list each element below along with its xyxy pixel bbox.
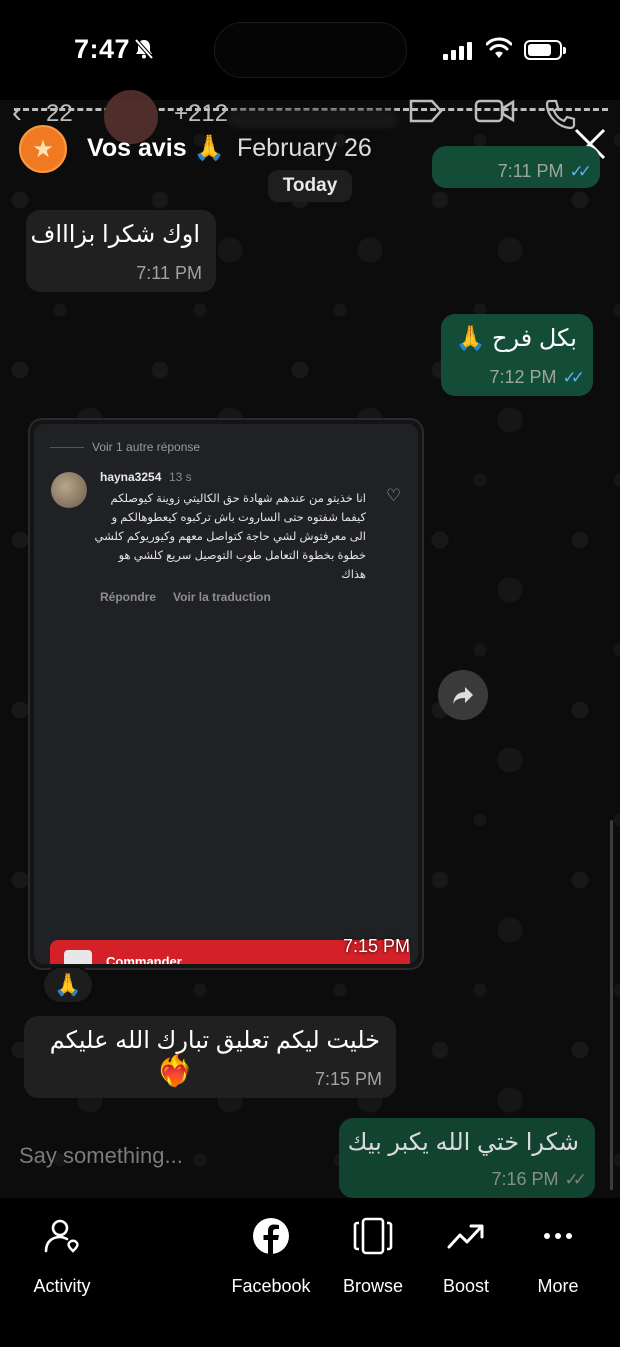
nav-browse[interactable]: Browse xyxy=(323,1214,423,1297)
message-meta: 7:11 PM ✓✓ xyxy=(497,161,592,182)
commenter-avatar xyxy=(51,472,87,508)
bottom-navigation: Activity Facebook Browse Boost More xyxy=(0,1198,620,1347)
product-thumbnail xyxy=(64,950,92,964)
date-separator: Today xyxy=(268,170,352,202)
nav-facebook-label: Facebook xyxy=(231,1276,311,1296)
reply-link: Répondre xyxy=(100,590,157,604)
message-time: 7:11 PM xyxy=(136,263,202,283)
message-meta: 7:16 PM ✓✓ xyxy=(491,1169,587,1190)
nav-activity[interactable]: Activity xyxy=(12,1214,112,1297)
forward-button[interactable] xyxy=(438,670,488,720)
nav-boost[interactable]: Boost xyxy=(416,1214,516,1297)
star-icon: ★ xyxy=(32,135,54,163)
commenter-username: hayna3254 xyxy=(100,470,162,484)
story-date: February 26 xyxy=(237,134,372,162)
browse-icon xyxy=(323,1214,423,1258)
boost-icon xyxy=(416,1214,516,1258)
image-message[interactable]: Voir 1 autre réponse hayna3254 13 s ♡ ان… xyxy=(28,418,424,970)
nav-facebook[interactable]: Facebook xyxy=(221,1214,321,1297)
message-time: 7:11 PM xyxy=(497,161,564,181)
comment-age: 13 s xyxy=(169,470,192,484)
message-meta: 7:12 PM ✓✓ xyxy=(489,367,585,388)
message-text: شكرا ختي الله يكبر بيك xyxy=(347,1129,579,1156)
story-reply-input[interactable]: Say something... xyxy=(19,1143,183,1169)
heart-icon: ♡ xyxy=(386,486,402,505)
translate-link: Voir la traduction xyxy=(173,590,271,604)
message-meta: 7:11 PM xyxy=(136,263,202,284)
battery-icon xyxy=(524,40,566,60)
silent-mode-icon xyxy=(134,38,154,66)
order-button-label: Commander xyxy=(106,954,182,964)
delivered-receipt-icon: ✓✓ xyxy=(564,1169,587,1189)
nav-boost-label: Boost xyxy=(442,1276,490,1296)
message-text: بكل فرح 🙏 xyxy=(455,325,577,352)
message-bubble-outgoing[interactable]: شكرا ختي الله يكبر بيك 7:16 PM ✓✓ xyxy=(339,1118,595,1198)
message-text: خليت ليكم تعليق تبارك الله عليكم xyxy=(49,1027,380,1054)
more-icon xyxy=(508,1214,608,1258)
comment-screenshot: Voir 1 autre réponse hayna3254 13 s ♡ ان… xyxy=(34,424,418,964)
facebook-icon xyxy=(221,1214,321,1258)
message-bubble-outgoing[interactable]: 7:11 PM ✓✓ xyxy=(432,146,600,188)
message-time: 7:16 PM xyxy=(491,1169,559,1189)
activity-icon xyxy=(12,1214,112,1258)
status-bar: 7:47 xyxy=(0,0,620,100)
nav-more-label: More xyxy=(537,1276,579,1296)
story-title[interactable]: Vos avis 🙏 xyxy=(87,134,225,163)
cellular-signal-icon xyxy=(443,42,476,60)
nav-more[interactable]: More xyxy=(508,1214,608,1297)
message-text: اوك شكرا بزاااف xyxy=(30,221,200,248)
nav-browse-label: Browse xyxy=(342,1276,404,1296)
nav-activity-label: Activity xyxy=(33,1276,91,1296)
message-time: 7:15 PM xyxy=(342,936,410,956)
comment-text: انا خذيتو من عندهم شهادة حق الكاليتي زوي… xyxy=(94,493,367,581)
message-time: 7:12 PM xyxy=(489,367,557,387)
scrollbar[interactable] xyxy=(610,820,613,1190)
read-receipt-icon: ✓✓ xyxy=(562,367,585,387)
message-time: 7:15 PM xyxy=(314,1069,382,1089)
story-avatar[interactable]: ★ xyxy=(19,125,67,173)
forward-icon xyxy=(453,687,473,704)
message-bubble-incoming[interactable]: خليت ليكم تعليق تبارك الله عليكم ❤️‍🔥 7:… xyxy=(24,1016,396,1098)
message-meta: 7:15 PM xyxy=(315,1069,382,1090)
wifi-icon xyxy=(485,36,513,60)
reaction-badge[interactable]: 🙏 xyxy=(42,966,94,1004)
message-bubble-outgoing[interactable]: بكل فرح 🙏 7:12 PM ✓✓ xyxy=(441,314,593,396)
status-time: 7:47 xyxy=(74,34,131,64)
dynamic-island xyxy=(214,22,407,78)
more-replies-link: Voir 1 autre réponse xyxy=(49,440,201,454)
read-receipt-icon: ✓✓ xyxy=(569,161,592,181)
heart-on-fire-emoji: ❤️‍🔥 xyxy=(156,1055,194,1088)
message-bubble-incoming[interactable]: اوك شكرا بزاااف 7:11 PM xyxy=(26,210,216,292)
